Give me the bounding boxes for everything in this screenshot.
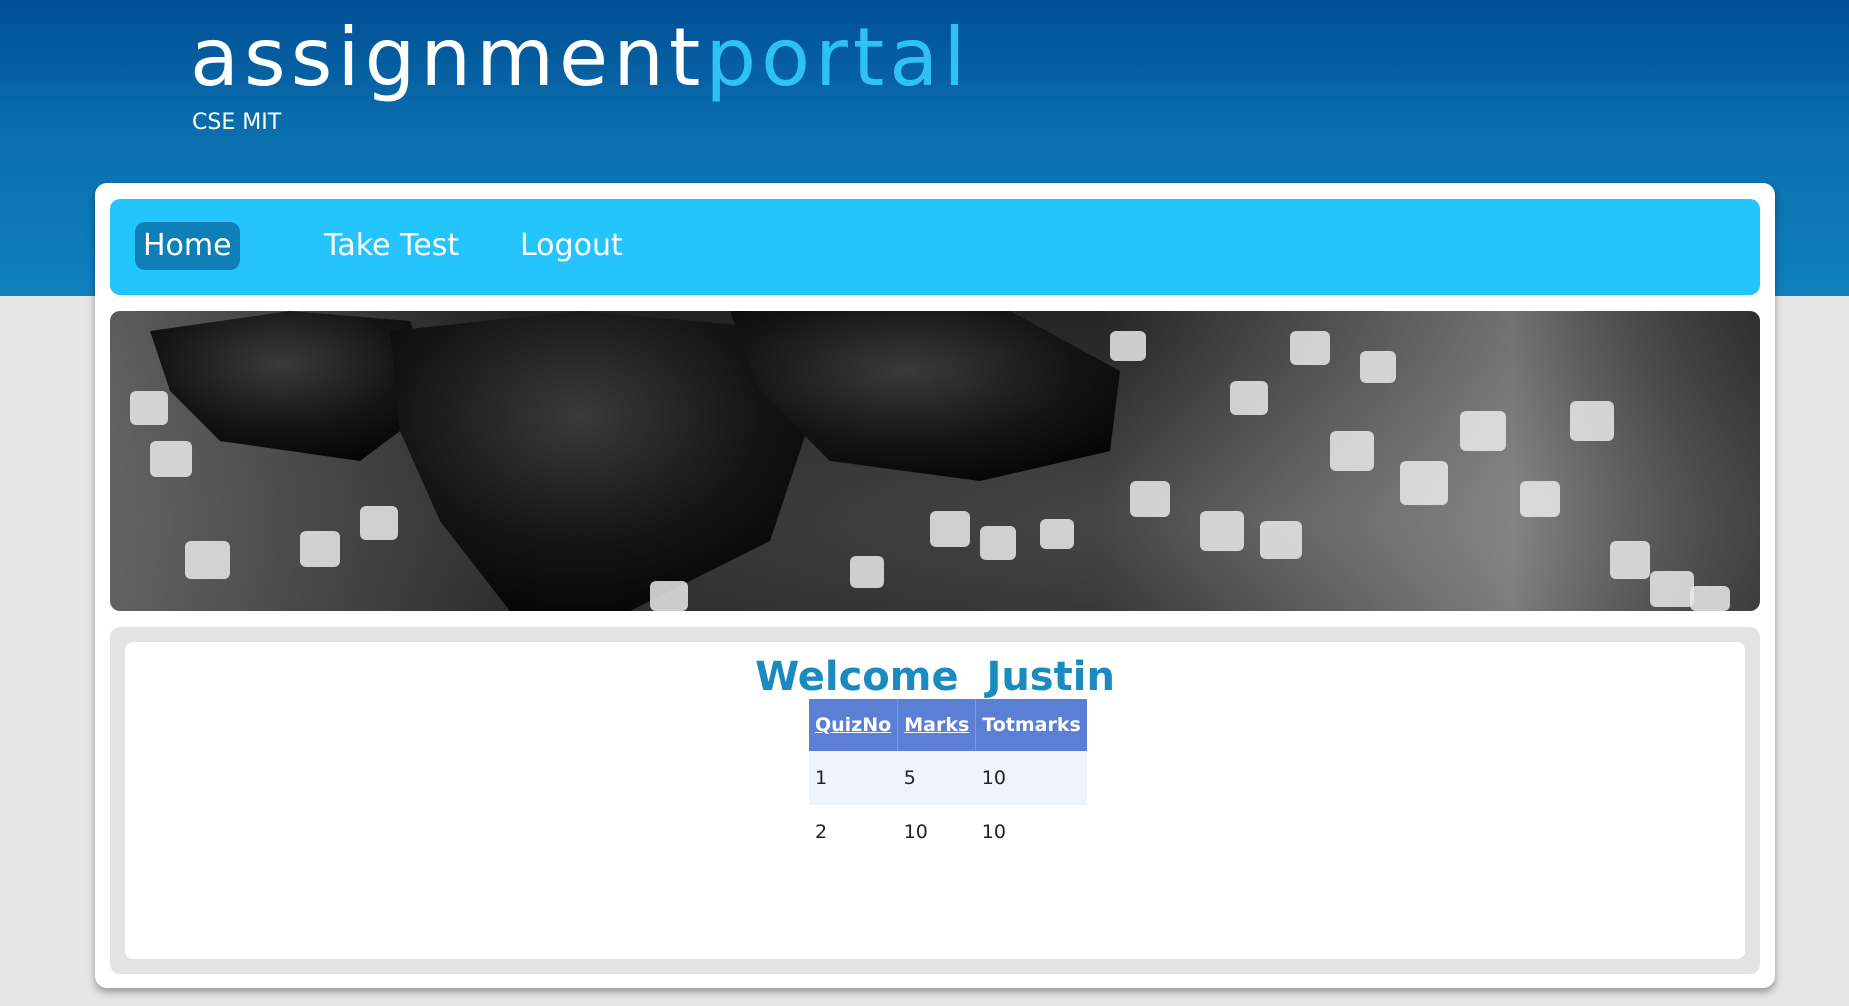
content-panel: Welcome Justin QuizNo Marks Totmarks 1 5… — [125, 642, 1745, 959]
column-header-marks[interactable]: Marks — [897, 699, 977, 751]
welcome-heading: Welcome Justin — [755, 654, 1115, 700]
banner-image — [110, 311, 1760, 611]
content-frame: Welcome Justin QuizNo Marks Totmarks 1 5… — [110, 627, 1760, 974]
nav-bar: Home Take Test Logout — [110, 199, 1760, 295]
logo-text-portal: portal — [705, 11, 971, 104]
logo-text-assignment: assignment — [190, 11, 706, 104]
cell-quizno: 1 — [809, 751, 898, 805]
nav-item-take-test[interactable]: Take Test — [316, 222, 467, 270]
cell-totmarks: 10 — [975, 751, 1087, 805]
cell-marks: 5 — [897, 751, 976, 805]
table-header-row: QuizNo Marks Totmarks — [809, 699, 1087, 751]
cell-marks: 10 — [897, 805, 976, 859]
site-logo: assignmentportal — [190, 8, 971, 108]
table-row: 2 10 10 — [809, 805, 1087, 859]
cell-quizno: 2 — [809, 805, 898, 859]
nav-item-logout[interactable]: Logout — [512, 222, 631, 270]
main-container: Home Take Test Logout Welcome Justin Qui… — [95, 183, 1775, 988]
nav-item-home[interactable]: Home — [135, 222, 240, 270]
quiz-results-table: QuizNo Marks Totmarks 1 5 10 2 10 10 — [809, 699, 1087, 859]
sort-link-quizno[interactable]: QuizNo — [815, 714, 891, 736]
site-subtitle: CSE MIT — [192, 110, 282, 135]
sort-link-marks[interactable]: Marks — [904, 714, 969, 736]
cell-totmarks: 10 — [975, 805, 1087, 859]
banner-graphic — [110, 311, 1760, 611]
column-header-totmarks: Totmarks — [975, 699, 1087, 751]
column-header-quizno[interactable]: QuizNo — [809, 699, 899, 751]
table-row: 1 5 10 — [809, 751, 1087, 805]
